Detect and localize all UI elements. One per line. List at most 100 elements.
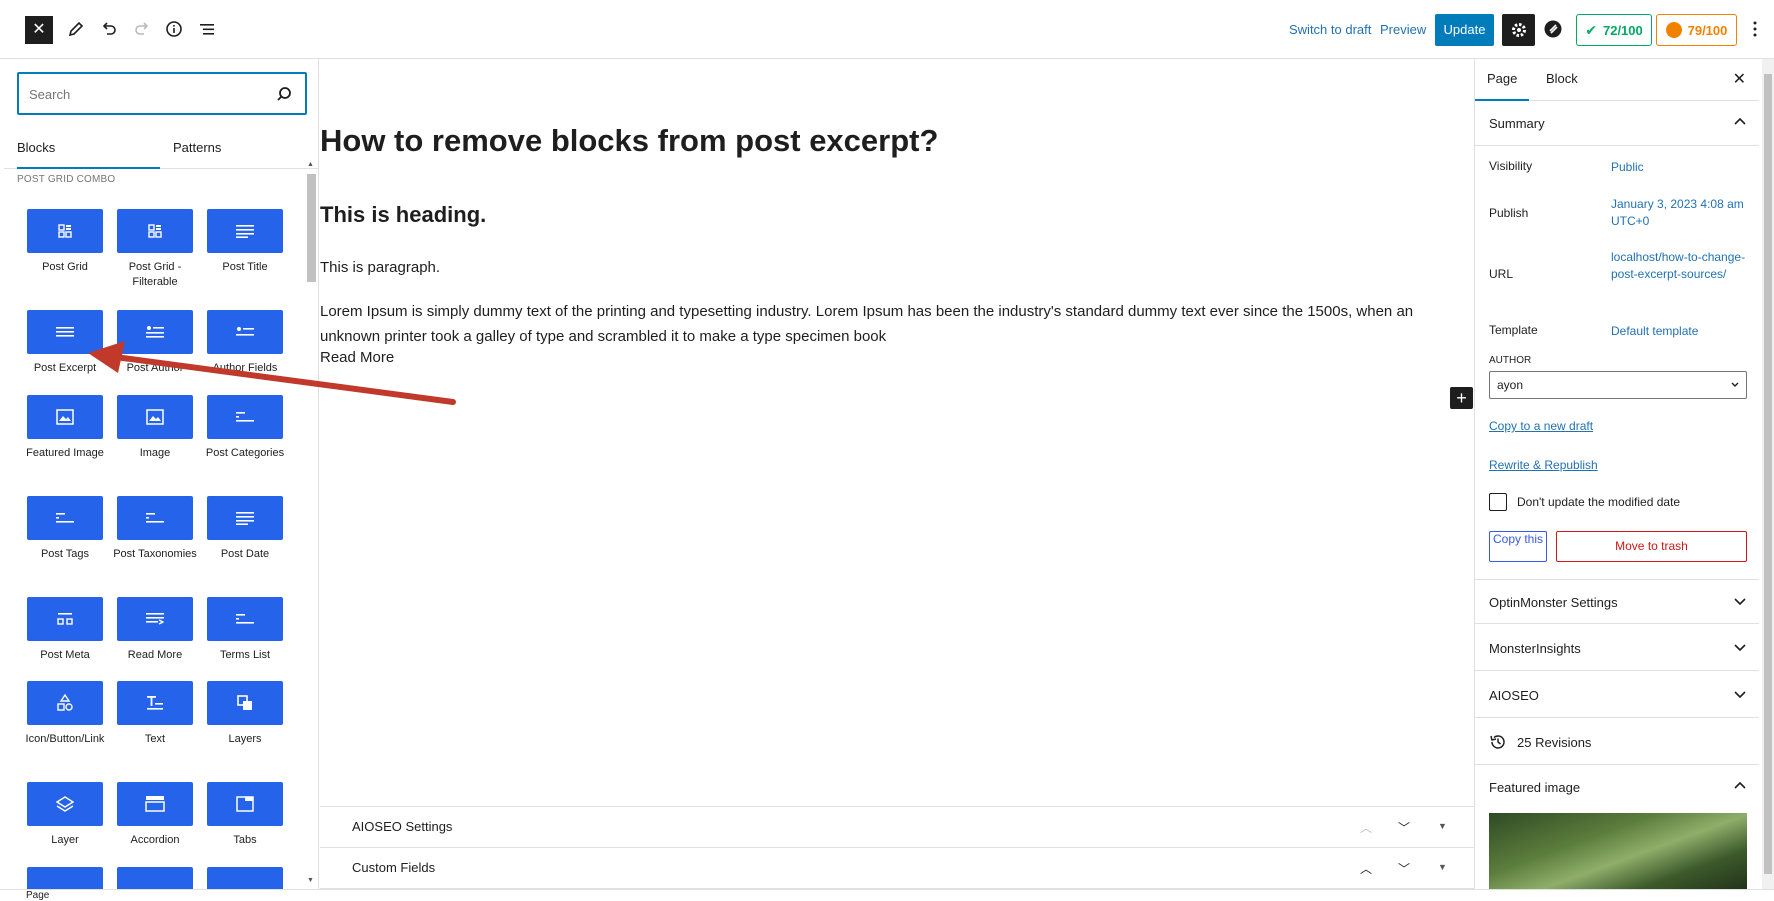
featured-image-thumbnail[interactable] [1489, 813, 1747, 889]
tab-block[interactable]: Block [1540, 59, 1584, 101]
url-value[interactable]: localhost/how-to-change-post-excerpt-sou… [1611, 249, 1746, 283]
block-post-excerpt[interactable]: Post Excerpt [20, 310, 110, 376]
dont-update-date-checkbox[interactable] [1489, 493, 1507, 511]
chevron-down-icon [1734, 644, 1746, 652]
meta-box-custom-fields[interactable]: Custom Fields ︿ ﹀ ▼ [320, 848, 1474, 889]
move-down-icon[interactable]: ﹀ [1398, 819, 1410, 836]
toggle-panel-icon[interactable]: ▼ [1438, 821, 1447, 831]
scroll-thumb[interactable] [307, 174, 316, 282]
grid-icon [117, 209, 193, 253]
meta-icon [27, 597, 103, 641]
block-post-taxonomies[interactable]: Post Taxonomies [110, 496, 200, 562]
post-paragraph-block[interactable]: This is paragraph. [320, 259, 440, 276]
block-label: Layers [228, 733, 262, 745]
breadcrumb-item[interactable]: Page [26, 890, 49, 901]
block-text[interactable]: Text [110, 681, 200, 747]
details-info-icon[interactable] [163, 18, 185, 40]
copy-this-button[interactable]: Copy this [1489, 531, 1547, 562]
block-post-grid-filterable[interactable]: Post Grid - Filterable [110, 209, 200, 290]
block-partial[interactable] [110, 867, 200, 889]
template-value[interactable]: Default template [1611, 323, 1746, 340]
undo-icon[interactable] [98, 18, 120, 40]
post-title[interactable]: How to remove blocks from post excerpt? [320, 123, 938, 159]
move-down-icon[interactable]: ﹀ [1398, 860, 1410, 877]
image-icon [117, 395, 193, 439]
block-post-tags[interactable]: Post Tags [20, 496, 110, 562]
move-up-icon[interactable]: ︿ [1360, 860, 1372, 877]
sidebar-scrollbar[interactable] [1762, 59, 1774, 889]
read-more-link[interactable]: Read More [320, 349, 394, 366]
rewrite-republish-link[interactable]: Rewrite & Republish [1489, 458, 1598, 472]
settings-gear-button[interactable] [1502, 14, 1535, 46]
summary-panel-header[interactable]: Summary [1475, 101, 1759, 146]
block-layers[interactable]: Layers [200, 681, 290, 747]
block-post-grid[interactable]: Post Grid [20, 209, 110, 275]
block-read-more[interactable]: Read More [110, 597, 200, 663]
preview-button[interactable]: Preview [1380, 22, 1426, 37]
post-excerpt-block[interactable]: Lorem Ipsum is simply dummy text of the … [320, 299, 1455, 349]
list-view-icon[interactable] [196, 18, 218, 40]
block-icon-button-link[interactable]: Icon/Button/Link [20, 681, 110, 747]
author-select[interactable]: ayon [1489, 371, 1747, 399]
block-label: Post Grid - Filterable [128, 261, 182, 288]
block-label: Post Meta [40, 649, 90, 661]
scroll-thumb[interactable] [1764, 74, 1772, 874]
block-partial[interactable] [200, 867, 290, 889]
featured-image-panel-header[interactable]: Featured image [1475, 765, 1759, 810]
panel-monsterinsights[interactable]: MonsterInsights [1475, 626, 1759, 671]
close-sidebar-icon[interactable]: ✕ [1733, 69, 1746, 89]
move-to-trash-button[interactable]: Move to trash [1556, 531, 1747, 562]
copy-to-new-draft-link[interactable]: Copy to a new draft [1489, 419, 1593, 433]
toggle-panel-icon[interactable]: ▼ [1438, 862, 1447, 872]
accordion-icon [117, 782, 193, 826]
block-accordion[interactable]: Accordion [110, 782, 200, 848]
update-button[interactable]: Update [1435, 14, 1494, 46]
panel-aioseo[interactable]: AIOSEO [1475, 673, 1759, 718]
publish-date-value[interactable]: January 3, 2023 4:08 am UTC+0 [1611, 196, 1746, 230]
jetpack-icon[interactable] [1542, 18, 1564, 40]
options-kebab-icon[interactable] [1744, 18, 1766, 40]
scroll-down-icon[interactable]: ▼ [307, 877, 314, 884]
edit-tools-icon[interactable] [65, 18, 87, 40]
block-post-categories[interactable]: Post Categories [200, 395, 290, 461]
shapes-icon [27, 681, 103, 725]
readability-score-badge[interactable]: 79/100 [1656, 14, 1737, 46]
block-post-date[interactable]: Post Date [200, 496, 290, 562]
block-author-fields[interactable]: Author Fields [200, 310, 290, 376]
block-post-author[interactable]: Post Author [110, 310, 200, 376]
move-up-icon[interactable]: ︿ [1360, 819, 1372, 836]
panel-title: OptinMonster Settings [1489, 595, 1618, 610]
block-post-title[interactable]: Post Title [200, 209, 290, 275]
chevron-down-icon [1734, 598, 1746, 606]
author-label: AUTHOR [1489, 355, 1532, 366]
author-icon [117, 310, 193, 354]
lines-icon [207, 209, 283, 253]
panel-optinmonster[interactable]: OptinMonster Settings [1475, 579, 1759, 624]
block-label: Text [144, 733, 166, 745]
add-block-button[interactable]: + [1450, 387, 1473, 409]
author-icon [117, 867, 193, 889]
block-partial[interactable] [20, 867, 110, 889]
dont-update-date-row: Don't update the modified date [1489, 493, 1680, 511]
seo-score-badge[interactable]: ✔ 72/100 [1576, 14, 1652, 46]
block-tabs[interactable]: Tabs [200, 782, 290, 848]
block-post-meta[interactable]: Post Meta [20, 597, 110, 663]
grid-icon [27, 209, 103, 253]
switch-to-draft-button[interactable]: Switch to draft [1289, 22, 1371, 37]
align-left-icon [207, 395, 283, 439]
meta-box-aioseo[interactable]: AIOSEO Settings ︿ ﹀ ▼ [320, 807, 1474, 848]
block-image[interactable]: Image [110, 395, 200, 461]
post-heading-block[interactable]: This is heading. [320, 202, 486, 228]
tab-page[interactable]: Page [1475, 59, 1530, 101]
block-grid: Post Grid Post Grid - Filterable Post Ti… [4, 59, 304, 889]
block-terms-list[interactable]: Terms List [200, 597, 290, 663]
visibility-value[interactable]: Public [1611, 159, 1746, 176]
redo-icon[interactable] [131, 18, 153, 40]
block-layer[interactable]: Layer [20, 782, 110, 848]
inserter-scrollbar[interactable]: ▲ ▼ [306, 159, 316, 889]
close-inserter-button[interactable]: ✕ [25, 16, 53, 44]
scroll-up-icon[interactable]: ▲ [307, 161, 314, 168]
revisions-row[interactable]: 25 Revisions [1475, 720, 1759, 765]
chevron-down-icon [1734, 691, 1746, 699]
block-featured-image[interactable]: Featured Image [20, 395, 110, 461]
